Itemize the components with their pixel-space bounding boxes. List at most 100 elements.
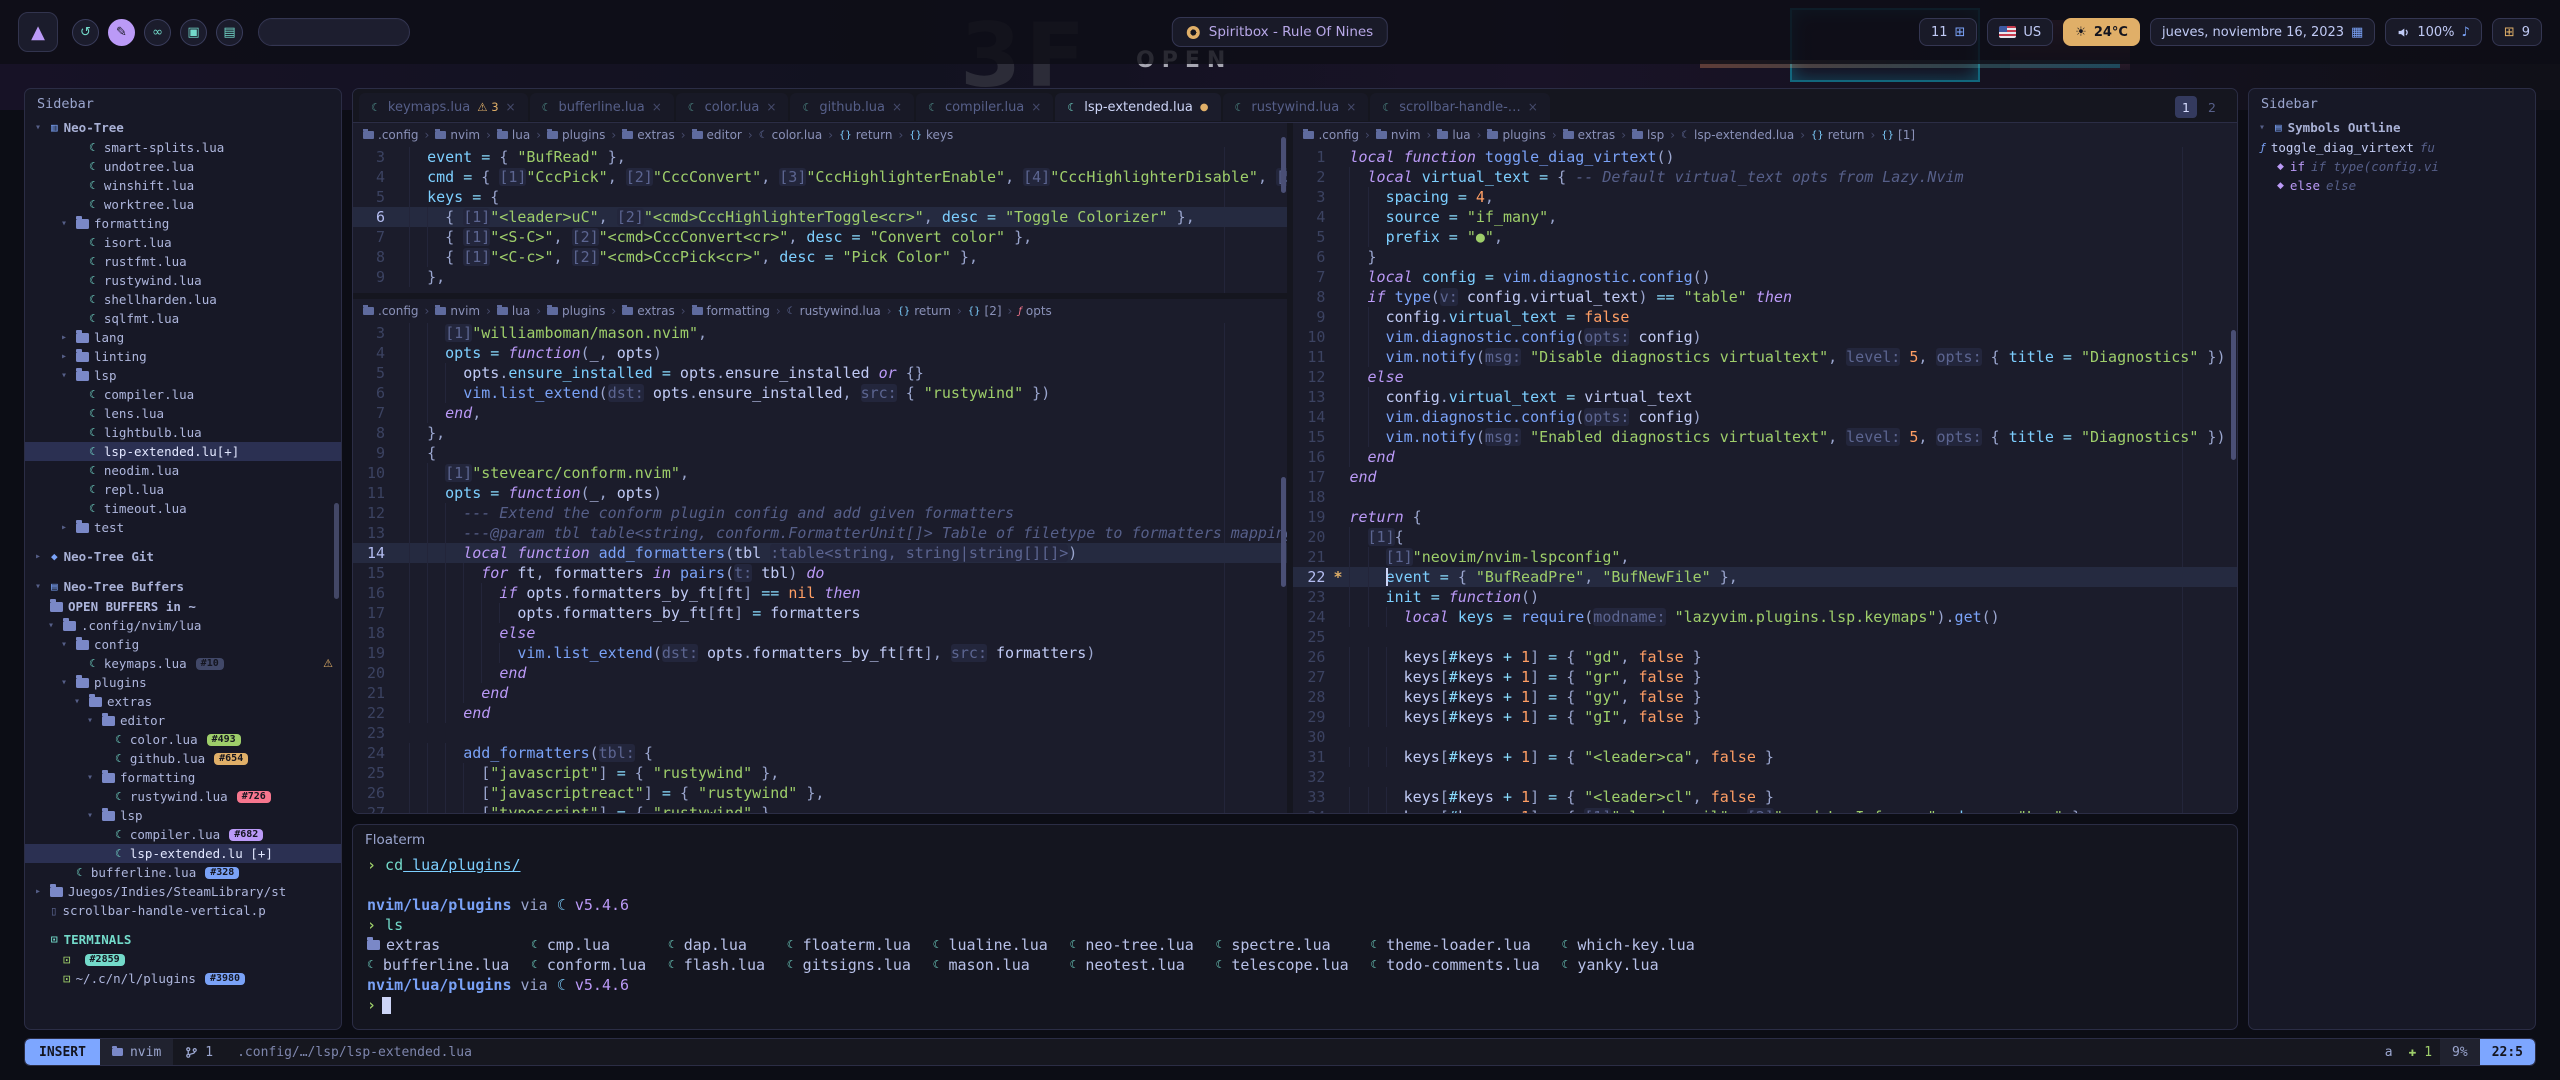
breadcrumb-item[interactable]: ☾color.lua (759, 128, 823, 142)
tree-item[interactable]: ☾undotree.lua (25, 157, 341, 176)
code-area[interactable]: 1local function toggle_diag_virtext()2 l… (1293, 147, 2237, 813)
tree-item[interactable]: ▾editor (25, 711, 341, 730)
code-line[interactable]: 4 opts = function(_, opts) (353, 343, 1287, 363)
section-header-git[interactable]: ▸◆Neo-Tree Git (25, 546, 341, 567)
listing-entry[interactable]: ☾telescope.lua (1215, 955, 1348, 975)
tree-item[interactable]: ▾lsp (25, 366, 341, 385)
code-line[interactable]: 17 opts.formatters_by_ft[ft] = formatter… (353, 603, 1287, 623)
code-line[interactable]: 21 [1]"neovim/nvim-lspconfig", (1293, 547, 2237, 567)
tree-item[interactable]: ☾neodim.lua (25, 461, 341, 480)
tree-item[interactable]: ⊡#2859 (25, 950, 341, 969)
listing-entry[interactable]: ☾flash.lua (668, 955, 765, 975)
tree-item[interactable]: OPEN BUFFERS in ~ (25, 597, 341, 616)
breadcrumb-item[interactable]: ƒopts (1018, 304, 1051, 318)
breadcrumb-item[interactable]: lua (497, 128, 530, 142)
listing-entry[interactable]: ☾yanky.lua (1561, 955, 1694, 975)
edit-button[interactable]: ✎ (108, 19, 135, 46)
code-line[interactable]: 26 ["javascriptreact"] = { "rustywind" }… (353, 783, 1287, 803)
breadcrumb-item[interactable]: {}keys (909, 128, 953, 142)
code-line[interactable]: 19return { (1293, 507, 2237, 527)
tree-item[interactable]: ☾lens.lua (25, 404, 341, 423)
tab-lsp-extended-lua[interactable]: ☾lsp-extended.lua● (1055, 93, 1220, 121)
breadcrumb-item[interactable]: {}return (1811, 128, 1864, 142)
tree-item[interactable]: ☾bufferline.lua#328 (25, 863, 341, 882)
breadcrumb-item[interactable]: .config (363, 128, 419, 142)
tree-item[interactable]: ☾winshift.lua (25, 176, 341, 195)
listing-entry[interactable]: ☾lualine.lua (933, 935, 1048, 955)
tree-item[interactable]: ☾lsp-extended.lu [+] (25, 844, 341, 863)
breadcrumb-item[interactable]: nvim (435, 128, 480, 142)
launcher-button[interactable]: ▲ (18, 12, 58, 52)
code-line[interactable]: 12 --- Extend the conform plugin config … (353, 503, 1287, 523)
breadcrumb-item[interactable]: extras (622, 128, 675, 142)
breadcrumb-item[interactable]: formatting (692, 304, 770, 318)
listing-entry[interactable]: ☾floaterm.lua (787, 935, 911, 955)
tree-item[interactable]: ☾worktree.lua (25, 195, 341, 214)
pane-scrollbar[interactable] (1281, 137, 1286, 193)
code-line[interactable]: 34 keys[#keys + 1] = { [1]"<leader>cil",… (1293, 807, 2237, 813)
breadcrumb-item[interactable]: nvim (435, 304, 480, 318)
code-line[interactable]: 27 ["typescript"] = { "rustywind" }, (353, 803, 1287, 814)
breadcrumb-item[interactable]: ☾rustywind.lua (787, 304, 881, 318)
listing-entry[interactable]: ☾neotest.lua (1070, 955, 1194, 975)
code-line[interactable]: 5 keys = { (353, 187, 1287, 207)
breadcrumb-item[interactable]: plugins (547, 304, 605, 318)
code-line[interactable]: 10 [1]"stevearc/conform.nvim", (353, 463, 1287, 483)
code-line[interactable]: 1local function toggle_diag_virtext() (1293, 147, 2237, 167)
copy-button[interactable]: ▣ (180, 19, 207, 46)
tree-item[interactable]: ☾compiler.lua#682 (25, 825, 341, 844)
code-line[interactable]: 14 vim.diagnostic.config(opts: config) (1293, 407, 2237, 427)
close-icon[interactable]: × (506, 100, 516, 114)
code-line[interactable]: 3 [1]"williamboman/mason.nvim", (353, 323, 1287, 343)
tree-item[interactable]: ☾keymaps.lua#10⚠ (25, 654, 341, 673)
tab-rustywind-lua[interactable]: ☾rustywind.lua× (1223, 93, 1369, 121)
close-icon[interactable]: × (766, 100, 776, 114)
breadcrumb-item[interactable]: plugins (1487, 128, 1545, 142)
code-line[interactable]: 4 source = "if_many", (1293, 207, 2237, 227)
code-area[interactable]: 3 [1]"williamboman/mason.nvim",4 opts = … (353, 323, 1287, 814)
breadcrumb-item[interactable]: ☾lsp-extended.lua (1681, 128, 1794, 142)
code-line[interactable]: 13 config.virtual_text = virtual_text (1293, 387, 2237, 407)
code-line[interactable]: 6 { [1]"<leader>uC", [2]"<cmd>CccHighlig… (353, 207, 1287, 227)
code-line[interactable]: 15 for ft, formatters in pairs(t: tbl) d… (353, 563, 1287, 583)
code-line[interactable]: 7 end, (353, 403, 1287, 423)
listing-entry[interactable]: extras (367, 935, 509, 955)
outline-item[interactable]: ◆ifif type(config.vi (2249, 157, 2535, 176)
symbols-outline-header[interactable]: ▾ ▤ Symbols Outline (2249, 117, 2535, 138)
code-line[interactable]: 27 keys[#keys + 1] = { "gr", false } (1293, 667, 2237, 687)
code-line[interactable]: 24 add_formatters(tbl: { (353, 743, 1287, 763)
tab-github-lua[interactable]: ☾github.lua× (790, 93, 914, 121)
listing-entry[interactable]: ☾cmp.lua (531, 935, 646, 955)
tree-item[interactable]: ☾repl.lua (25, 480, 341, 499)
code-line[interactable]: 8 }, (353, 423, 1287, 443)
tree-item[interactable]: ☾rustywind.lua (25, 271, 341, 290)
close-icon[interactable]: × (652, 100, 662, 114)
code-line[interactable]: 10 vim.diagnostic.config(opts: config) (1293, 327, 2237, 347)
code-line[interactable]: 3 spacing = 4, (1293, 187, 2237, 207)
tree-item[interactable]: ⊡~/.c/n/l/plugins#3980 (25, 969, 341, 988)
code-line[interactable]: 31 keys[#keys + 1] = { "<leader>ca", fal… (1293, 747, 2237, 767)
tab-bufferline-lua[interactable]: ☾bufferline.lua× (530, 93, 674, 121)
code-line[interactable]: 14 local function add_formatters(tbl :ta… (353, 543, 1287, 563)
section-header-terminals[interactable]: ⊡TERMINALS (25, 929, 341, 950)
breadcrumb-item[interactable]: extras (622, 304, 675, 318)
code-line[interactable]: 21 end (353, 683, 1287, 703)
code-line[interactable]: 5 prefix = "●", (1293, 227, 2237, 247)
tree-item[interactable]: ▸lang (25, 328, 341, 347)
code-line[interactable]: 5 opts.ensure_installed = opts.ensure_in… (353, 363, 1287, 383)
date-widget[interactable]: jueves, noviembre 16, 2023 ▦ (2150, 18, 2375, 46)
tree-item[interactable]: ▸linting (25, 347, 341, 366)
code-line[interactable]: 9 }, (353, 267, 1287, 287)
tree-item[interactable]: ▸Juegos/Indies/SteamLibrary/st (25, 882, 341, 901)
code-line[interactable]: 24 local keys = require(modname: "lazyvi… (1293, 607, 2237, 627)
listing-entry[interactable]: ☾mason.lua (933, 955, 1048, 975)
tree-item[interactable]: ▾formatting (25, 768, 341, 787)
tree-item[interactable]: ▾formatting (25, 214, 341, 233)
code-line[interactable]: 2 local virtual_text = { -- Default virt… (1293, 167, 2237, 187)
breadcrumb-item[interactable]: lua (1437, 128, 1470, 142)
tree-item[interactable]: ☾shellharden.lua (25, 290, 341, 309)
tree-item[interactable]: ☾color.lua#493 (25, 730, 341, 749)
tree-item[interactable]: ▾plugins (25, 673, 341, 692)
code-line[interactable]: 6 } (1293, 247, 2237, 267)
tree-item[interactable]: ☾lsp-extended.lu[+] (25, 442, 341, 461)
